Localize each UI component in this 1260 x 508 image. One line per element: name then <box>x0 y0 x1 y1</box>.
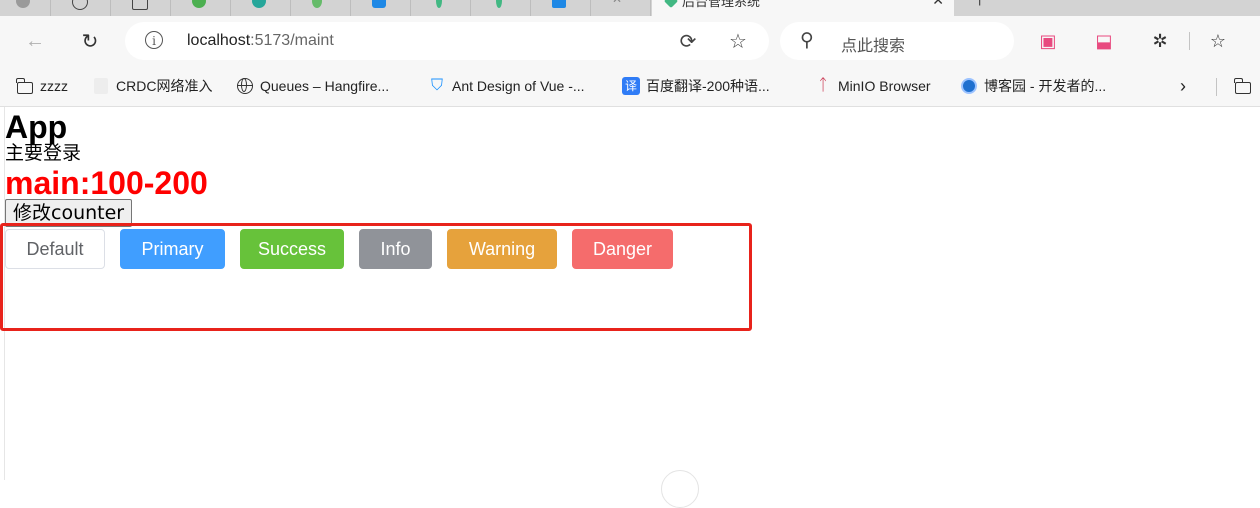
bookmark-minio[interactable]: ᛏ MinIO Browser <box>814 76 931 96</box>
bookmark-antd[interactable]: ⛉ Ant Design of Vue -... <box>428 76 585 96</box>
floating-circle-button[interactable] <box>661 470 699 508</box>
tab-8[interactable] <box>470 0 531 16</box>
favorites-list-icon[interactable]: ☆ <box>1206 29 1230 53</box>
tab-10[interactable]: ✕ <box>590 0 651 16</box>
search-icon: ⚲ <box>800 30 814 51</box>
address-host: localhost <box>187 32 251 49</box>
page-subtitle: 主要登录 <box>5 143 82 164</box>
antd-icon: ⛉ <box>430 77 443 94</box>
bookmark-label: 百度翻译-200种语... <box>646 78 770 94</box>
tab-icon <box>132 0 148 10</box>
shield-icon <box>372 0 386 8</box>
bookmark-divider <box>1216 78 1217 96</box>
bookmark-label: Queues – Hangfire... <box>260 78 390 94</box>
address-text[interactable]: localhost:5173/maint <box>187 32 334 50</box>
tab-icon: | <box>978 0 992 6</box>
tab-title: 后台管理系统 <box>682 0 761 9</box>
tab-5[interactable] <box>290 0 351 16</box>
close-tab-icon[interactable]: ✕ <box>932 0 944 9</box>
tab-2[interactable] <box>110 0 171 16</box>
search-placeholder: 点此搜索 <box>841 38 906 55</box>
back-button[interactable]: ← <box>20 26 50 56</box>
tab-icon <box>312 0 322 8</box>
refresh-translate-icon[interactable]: ⟳ <box>677 31 699 53</box>
tab-next[interactable]: | <box>956 0 1036 16</box>
cnblogs-icon <box>960 77 978 95</box>
address-path: :5173/maint <box>250 32 334 49</box>
bookmark-baidu-fanyi[interactable]: 译 百度翻译-200种语... <box>622 76 770 96</box>
close-icon: ✕ <box>612 0 626 6</box>
folder-icon <box>1234 77 1252 95</box>
translate-icon: 译 <box>622 77 640 95</box>
page-content: App 主要登录 main:100-200 修改counter Default … <box>0 107 1260 508</box>
extension-tv-icon[interactable]: ▣ <box>1036 29 1060 53</box>
chevron-right-icon[interactable]: › <box>1180 76 1186 96</box>
bookmark-crdc[interactable]: CRDC网络准入 <box>92 76 212 96</box>
bookmark-cnblogs[interactable]: 博客园 - 开发者的... <box>960 76 1106 96</box>
bookmark-label: CRDC网络准入 <box>116 78 213 94</box>
annotation-highlight-box <box>0 223 752 331</box>
info-icon[interactable]: i <box>145 31 163 49</box>
folder-icon <box>16 77 34 95</box>
tab-1[interactable] <box>50 0 111 16</box>
tab-7[interactable] <box>410 0 471 16</box>
tab-profile[interactable] <box>0 0 51 16</box>
search-input[interactable]: ⚲ 点此搜索 <box>780 22 1014 60</box>
tab-3[interactable] <box>170 0 231 16</box>
main-range-heading: main:100-200 <box>5 165 208 201</box>
vue-icon <box>436 0 442 8</box>
vue-icon <box>496 0 502 8</box>
globe-icon <box>236 77 254 95</box>
avatar-icon <box>16 0 30 8</box>
minio-icon: ᛏ <box>818 77 828 94</box>
tab-active[interactable]: 后台管理系统 ✕ <box>652 0 954 16</box>
tab-4[interactable] <box>230 0 291 16</box>
page-icon <box>92 77 110 95</box>
tab-icon <box>552 0 566 8</box>
browser-toolbar: ← ↻ i localhost:5173/maint ⟳ ☆ ⚲ 点此搜索 ▣ … <box>0 16 1260 66</box>
address-bar[interactable]: i localhost:5173/maint ⟳ ☆ <box>125 22 769 60</box>
extensions-puzzle-icon[interactable]: ✲ <box>1148 29 1172 53</box>
chat-icon <box>192 0 206 8</box>
bookmark-label: MinIO Browser <box>838 78 931 94</box>
reload-button[interactable]: ↻ <box>75 26 105 56</box>
bookmark-label: 博客园 - 开发者的... <box>984 78 1107 94</box>
bookmark-label: Ant Design of Vue -... <box>452 78 585 94</box>
arrow-left-icon: ← <box>25 29 45 52</box>
app-title: App <box>5 109 68 145</box>
bookmark-hangfire[interactable]: Queues – Hangfire... <box>236 76 389 96</box>
favorite-star-icon[interactable]: ☆ <box>727 31 749 53</box>
other-favorites-button[interactable] <box>1234 76 1258 96</box>
tab-9[interactable] <box>530 0 591 16</box>
tab-icon <box>72 0 88 10</box>
tab-icon <box>252 0 266 8</box>
reload-icon: ↻ <box>81 30 99 53</box>
vue-icon <box>663 0 679 9</box>
tab-strip: ✕ 后台管理系统 ✕ | <box>0 0 1260 16</box>
download-icon[interactable]: ⬓ <box>1092 29 1116 53</box>
toolbar-divider <box>1189 32 1190 50</box>
bookmarks-bar: zzzz CRDC网络准入 Queues – Hangfire... ⛉ Ant… <box>0 66 1260 107</box>
tab-6[interactable] <box>350 0 411 16</box>
bookmark-zzzz[interactable]: zzzz <box>16 76 68 96</box>
bookmark-label: zzzz <box>40 78 68 94</box>
